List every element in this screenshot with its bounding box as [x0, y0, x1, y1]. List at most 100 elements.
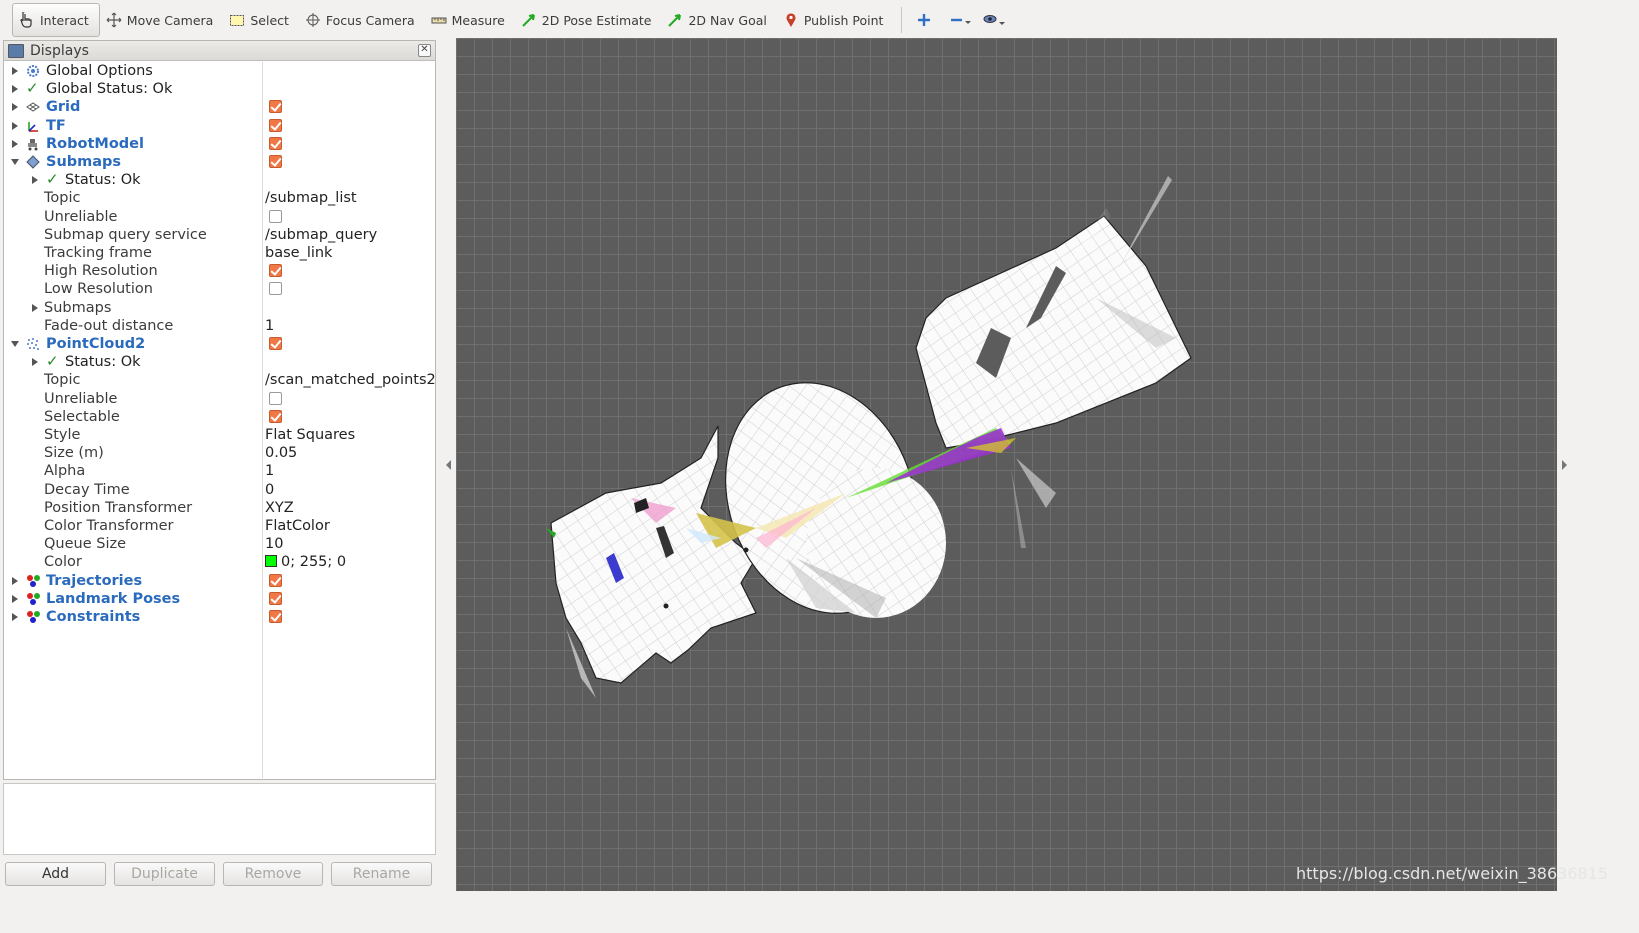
property-value[interactable]: /scan_matched_points2: [265, 371, 436, 389]
property-value[interactable]: XYZ: [265, 499, 294, 517]
property-color[interactable]: Color 0; 255; 0: [4, 553, 435, 571]
tree-row-pointcloud2[interactable]: PointCloud2: [4, 335, 435, 353]
property-value[interactable]: 1: [265, 317, 274, 335]
focus-camera-tool[interactable]: Focus Camera: [299, 3, 425, 37]
expand-arrow-icon[interactable]: [12, 67, 18, 75]
rename-button[interactable]: Rename: [331, 862, 432, 886]
publish-point-tool[interactable]: Publish Point: [777, 3, 894, 37]
2d-nav-goal-tool[interactable]: 2D Nav Goal: [661, 3, 776, 37]
duplicate-button[interactable]: Duplicate: [114, 862, 215, 886]
property-checkbox[interactable]: [269, 209, 282, 223]
property-queue-size[interactable]: Queue Size 10: [4, 535, 435, 553]
property-submap-query-service[interactable]: Submap query service /submap_query: [4, 226, 435, 244]
render-viewport[interactable]: [456, 38, 1557, 891]
property-checkbox[interactable]: [269, 282, 282, 296]
enable-checkbox[interactable]: [269, 610, 282, 623]
expand-arrow-icon[interactable]: [12, 594, 18, 603]
tree-row-pointcloud-status[interactable]: ✓ Status: Ok: [4, 352, 435, 371]
property-value[interactable]: 1: [265, 462, 274, 480]
property-label: Color: [44, 554, 82, 571]
expand-arrow-icon[interactable]: [12, 103, 18, 112]
expand-arrow-icon[interactable]: [32, 176, 38, 185]
add-button[interactable]: Add: [5, 862, 106, 886]
property-label: Style: [44, 427, 81, 443]
expand-arrow-icon[interactable]: [12, 121, 18, 130]
property-checkbox[interactable]: [269, 391, 282, 405]
tree-row-label: Landmark Poses: [46, 590, 181, 607]
tree-row-landmark-poses[interactable]: Landmark Poses: [4, 590, 435, 608]
property-style[interactable]: Style Flat Squares: [4, 426, 435, 444]
property-unreliable[interactable]: Unreliable: [4, 208, 435, 226]
collapse-arrow-icon[interactable]: [11, 341, 19, 347]
tree-row-global-status[interactable]: ✓ Global Status: Ok: [4, 79, 435, 98]
remove-button[interactable]: Remove: [223, 862, 323, 886]
property-value[interactable]: 10: [265, 535, 283, 553]
property-checkbox[interactable]: [269, 409, 282, 423]
tree-row-trajectories[interactable]: Trajectories: [4, 572, 435, 590]
close-icon[interactable]: ✕: [418, 44, 431, 57]
expand-arrow-icon[interactable]: [12, 139, 18, 148]
property-value[interactable]: 0: [265, 481, 274, 499]
enable-checkbox[interactable]: [269, 573, 282, 587]
select-tool[interactable]: Select: [223, 3, 299, 37]
tree-row-constraints[interactable]: Constraints: [4, 608, 435, 626]
property-high-resolution[interactable]: High Resolution: [4, 262, 435, 280]
property-size[interactable]: Size (m) 0.05: [4, 444, 435, 462]
tree-row-grid[interactable]: Grid: [4, 98, 435, 116]
property-value[interactable]: Flat Squares: [265, 426, 355, 444]
tree-row-tf[interactable]: TF: [4, 117, 435, 135]
property-alpha[interactable]: Alpha 1: [4, 462, 435, 480]
checkmark-icon: ✓: [46, 170, 59, 189]
move-camera-tool[interactable]: Move Camera: [100, 3, 224, 37]
remove-tool-button[interactable]: [943, 3, 976, 37]
property-fade-out-distance[interactable]: Fade-out distance 1: [4, 317, 435, 335]
tree-row-submaps[interactable]: Submaps: [4, 153, 435, 171]
property-value[interactable]: /submap_query: [265, 226, 377, 244]
left-dock-collapse-handle[interactable]: [446, 460, 451, 470]
property-value[interactable]: /submap_list: [265, 189, 357, 207]
expand-arrow-icon[interactable]: [12, 85, 18, 94]
tree-row-robotmodel[interactable]: RobotModel: [4, 135, 435, 153]
property-color-transformer[interactable]: Color Transformer FlatColor: [4, 517, 435, 535]
expand-arrow-icon[interactable]: [32, 358, 38, 367]
property-decay-time[interactable]: Decay Time 0: [4, 481, 435, 499]
measure-tool[interactable]: Measure: [425, 3, 515, 37]
property-position-transformer[interactable]: Position Transformer XYZ: [4, 499, 435, 517]
add-tool-button[interactable]: [910, 3, 943, 37]
toolbar: Interact Move Camera Select Focus Camera…: [0, 0, 1639, 40]
enable-checkbox[interactable]: [269, 100, 282, 114]
tree-row-submaps-status[interactable]: ✓ Status: Ok: [4, 170, 435, 189]
property-value[interactable]: 0; 255; 0: [265, 553, 346, 571]
property-topic[interactable]: Topic /scan_matched_points2: [4, 371, 436, 389]
property-value[interactable]: FlatColor: [265, 517, 330, 535]
expand-arrow-icon[interactable]: [32, 303, 38, 312]
map-pin-icon: [783, 12, 801, 28]
property-tracking-frame[interactable]: Tracking frame base_link: [4, 244, 435, 262]
tree-row-global-options[interactable]: Global Options: [4, 62, 435, 80]
property-low-resolution[interactable]: Low Resolution: [4, 280, 435, 298]
interact-tool[interactable]: Interact: [12, 3, 100, 37]
property-label: Alpha: [44, 463, 86, 480]
expand-arrow-icon[interactable]: [12, 613, 18, 621]
eye-icon: [982, 12, 1006, 28]
view-options-button[interactable]: [976, 3, 1009, 37]
property-selectable[interactable]: Selectable: [4, 408, 435, 426]
collapse-arrow-icon[interactable]: [11, 159, 19, 165]
enable-checkbox[interactable]: [269, 155, 282, 168]
right-dock-collapse-handle[interactable]: [1562, 460, 1567, 470]
tree-row-submaps-list[interactable]: Submaps: [4, 299, 435, 317]
displays-panel-title: Displays: [30, 42, 89, 59]
2d-pose-estimate-tool[interactable]: 2D Pose Estimate: [515, 3, 662, 37]
displays-panel: Displays ✕ Global Options ✓ Global Statu…: [3, 40, 436, 780]
property-value[interactable]: 0.05: [265, 444, 297, 462]
property-unreliable[interactable]: Unreliable: [4, 390, 435, 408]
enable-checkbox[interactable]: [269, 591, 282, 605]
property-value[interactable]: base_link: [265, 244, 332, 262]
expand-arrow-icon[interactable]: [12, 576, 18, 585]
displays-tree: Global Options ✓ Global Status: Ok Grid …: [4, 62, 436, 778]
enable-checkbox[interactable]: [269, 136, 282, 150]
enable-checkbox[interactable]: [269, 337, 282, 350]
property-checkbox[interactable]: [269, 264, 282, 278]
property-topic[interactable]: Topic /submap_list: [4, 189, 435, 207]
enable-checkbox[interactable]: [269, 118, 282, 132]
